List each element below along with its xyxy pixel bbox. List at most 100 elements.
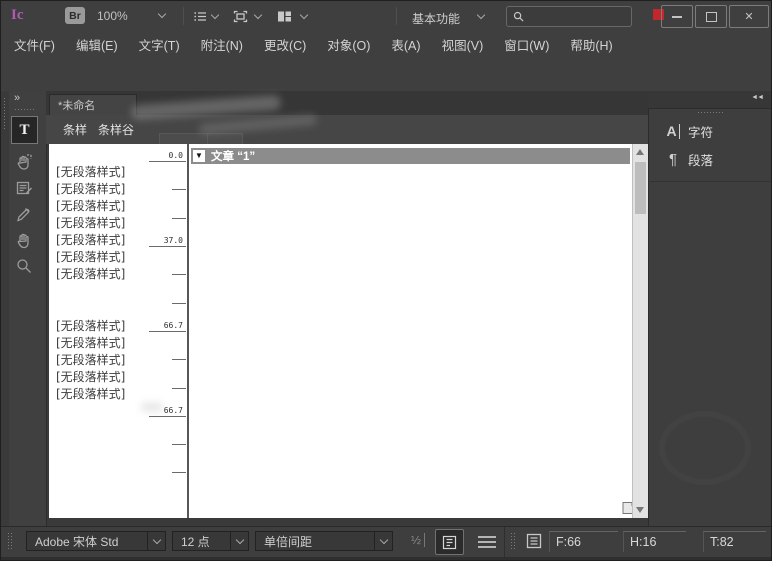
type-tool[interactable]: T xyxy=(11,116,38,144)
font-size-dropdown[interactable]: 12 点 xyxy=(172,531,249,551)
tab-galley-view-2[interactable]: 条样谷 xyxy=(98,121,134,138)
search-box[interactable] xyxy=(506,6,632,27)
maximize-icon xyxy=(706,12,717,22)
galley-row[interactable]: [无段落样式] xyxy=(56,334,176,351)
minimize-button[interactable] xyxy=(661,5,693,28)
character-panel-button[interactable]: A 字符 xyxy=(648,118,772,144)
maximize-button[interactable] xyxy=(695,5,727,28)
galley-row[interactable]: [无段落样式] xyxy=(56,214,176,231)
menu-item-edit[interactable]: 编辑(E) xyxy=(76,35,118,54)
watermark-artifact xyxy=(659,411,751,485)
galley-row[interactable]: [无段落样式] xyxy=(56,163,176,180)
galley-row[interactable]: [无段落样式] xyxy=(56,265,176,282)
leading-dropdown[interactable]: 单倍间距 xyxy=(255,531,393,551)
workspace-chevron-icon[interactable] xyxy=(477,11,485,19)
menu-item-type[interactable]: 文字(T) xyxy=(139,35,180,54)
galley-row[interactable]: [无段落样式] xyxy=(56,180,176,197)
hand-tool[interactable] xyxy=(13,229,35,251)
statusbar-menu-button[interactable] xyxy=(478,536,496,551)
bridge-button[interactable]: Br xyxy=(65,7,85,24)
view-options-chevron-icon[interactable] xyxy=(211,11,219,19)
leading-chevron[interactable] xyxy=(374,532,392,550)
arrange-documents-icon[interactable] xyxy=(277,10,292,23)
titlebar-separator xyxy=(396,7,397,25)
close-icon: ✕ xyxy=(744,10,753,23)
type-tool-icon: T xyxy=(19,122,29,139)
list-view-icon xyxy=(442,535,457,550)
ruler-tick xyxy=(172,472,186,473)
panel-separator xyxy=(648,181,772,182)
document-tab-title: *未命名 xyxy=(58,97,95,113)
search-icon xyxy=(513,11,524,22)
ruler-tick xyxy=(172,444,186,445)
right-panel-grip-handle[interactable] xyxy=(697,111,723,115)
note-tool[interactable] xyxy=(13,177,35,199)
menu-item-file[interactable]: 文件(F) xyxy=(14,35,55,54)
tools-panel-grip-handle[interactable] xyxy=(14,108,35,112)
galley-row[interactable]: [无段落样式] xyxy=(56,368,176,385)
position-tool-icon xyxy=(14,152,34,172)
galley-info-toggle-button[interactable] xyxy=(435,529,464,555)
tab-galley-view[interactable]: 条样 xyxy=(63,121,87,138)
menu-item-notes[interactable]: 附注(N) xyxy=(201,35,243,54)
screen-mode-icon[interactable] xyxy=(233,10,248,23)
menu-item-object[interactable]: 对象(O) xyxy=(327,35,370,54)
menu-item-changes[interactable]: 更改(C) xyxy=(264,35,306,54)
vertical-scrollbar[interactable] xyxy=(632,144,648,518)
rail-grip-handle[interactable] xyxy=(3,97,7,129)
ruler-tick xyxy=(172,274,186,275)
font-size-chevron[interactable] xyxy=(230,532,248,550)
ruler-tick xyxy=(172,388,186,389)
font-size-value: 12 点 xyxy=(173,533,230,550)
tools-panel-expand-icon[interactable]: » xyxy=(14,92,18,104)
eyedropper-tool[interactable] xyxy=(13,203,35,225)
right-panel-header: ◄◄ xyxy=(648,91,772,109)
document-tab[interactable]: *未命名 xyxy=(49,94,137,115)
menu-item-window[interactable]: 窗口(W) xyxy=(504,35,549,54)
toolbar: abc ¶ xyxy=(1,57,771,92)
copyfit-words-counter: T:82 xyxy=(703,531,766,552)
font-family-value: Adobe 宋体 Std xyxy=(27,533,147,550)
titlebar-separator xyxy=(183,7,184,25)
zoom-level-value[interactable]: 100% xyxy=(97,9,128,23)
scroll-up-icon[interactable] xyxy=(636,149,644,155)
ruler-mark-label: 66.7 xyxy=(149,321,183,330)
copyfit-lines-counter: H:16 xyxy=(623,531,686,552)
ruler-tick xyxy=(172,189,186,190)
statusbar-grip-handle[interactable] xyxy=(510,532,515,551)
workspace-switcher[interactable]: 基本功能 xyxy=(412,10,460,27)
arrange-documents-chevron-icon[interactable] xyxy=(300,11,308,19)
incopy-logo-icon: Ic xyxy=(11,7,24,24)
galley-row[interactable]: [无段落样式] xyxy=(56,385,176,402)
panel-collapse-icon[interactable]: ◄◄ xyxy=(751,94,763,101)
ruler-tick xyxy=(172,303,186,304)
ruler-tick xyxy=(149,246,186,247)
scrollbar-thumb[interactable] xyxy=(635,162,646,214)
copyfit-info-icon xyxy=(525,532,543,550)
search-input[interactable] xyxy=(528,10,624,24)
position-tool[interactable] xyxy=(13,151,35,173)
incopy-window: Ic Br 100% 基本功能 xyxy=(0,0,772,561)
statusbar-grip-handle[interactable] xyxy=(7,532,12,551)
font-family-chevron[interactable] xyxy=(147,532,165,550)
galley-row[interactable]: [无段落样式] xyxy=(56,197,176,214)
scroll-down-icon[interactable] xyxy=(636,507,644,513)
zoom-tool-icon xyxy=(14,256,34,276)
galley-row[interactable]: [无段落样式] xyxy=(56,351,176,368)
menu-item-view[interactable]: 视图(V) xyxy=(442,35,484,54)
view-options-icon[interactable] xyxy=(193,10,208,23)
leading-value: 单倍间距 xyxy=(256,533,374,550)
zoom-dropdown-chevron-icon[interactable] xyxy=(158,10,166,18)
story-header-bar: ▼ 文章 “1” xyxy=(191,148,630,164)
menu-bar: 文件(F) 编辑(E) 文字(T) 附注(N) 更改(C) 对象(O) 表(A)… xyxy=(1,31,771,57)
zoom-tool[interactable] xyxy=(13,255,35,277)
paragraph-panel-button[interactable]: ¶ 段落 xyxy=(648,146,772,172)
close-button[interactable]: ✕ xyxy=(729,5,769,28)
galley-row[interactable]: [无段落样式] xyxy=(56,248,176,265)
menu-item-table[interactable]: 表(A) xyxy=(391,35,420,54)
story-editor-area[interactable] xyxy=(189,144,632,518)
font-family-dropdown[interactable]: Adobe 宋体 Std xyxy=(26,531,166,551)
screen-mode-chevron-icon[interactable] xyxy=(254,11,262,19)
story-collapse-button[interactable]: ▼ xyxy=(193,150,205,162)
menu-item-help[interactable]: 帮助(H) xyxy=(570,35,612,54)
